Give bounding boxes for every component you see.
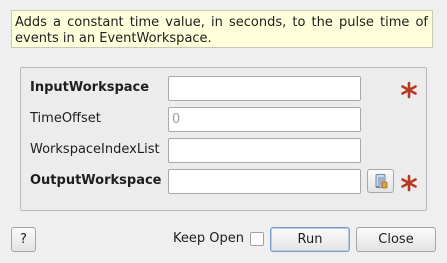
keep-open-label: Keep Open (173, 231, 244, 246)
workspace-index-list-label: WorkspaceIndexList (30, 142, 160, 157)
mandatory-star-icon (401, 81, 417, 99)
workspace-browse-button[interactable] (367, 169, 394, 193)
help-button[interactable]: ? (11, 227, 36, 252)
time-offset-label: TimeOffset (30, 111, 101, 126)
time-offset-field[interactable] (168, 107, 361, 132)
workspace-index-list-field[interactable] (168, 138, 361, 163)
run-button[interactable]: Run (270, 227, 350, 252)
input-workspace-label: InputWorkspace (30, 80, 150, 95)
close-button[interactable]: Close (356, 227, 436, 252)
keep-open-checkbox[interactable] (250, 232, 264, 246)
output-workspace-field[interactable] (168, 169, 361, 194)
mandatory-star-icon (401, 174, 417, 192)
input-workspace-field[interactable] (168, 76, 361, 101)
algorithm-description: Adds a constant time value, in seconds, … (11, 10, 433, 48)
output-workspace-label: OutputWorkspace (30, 173, 162, 188)
workspace-browse-icon (375, 173, 387, 188)
